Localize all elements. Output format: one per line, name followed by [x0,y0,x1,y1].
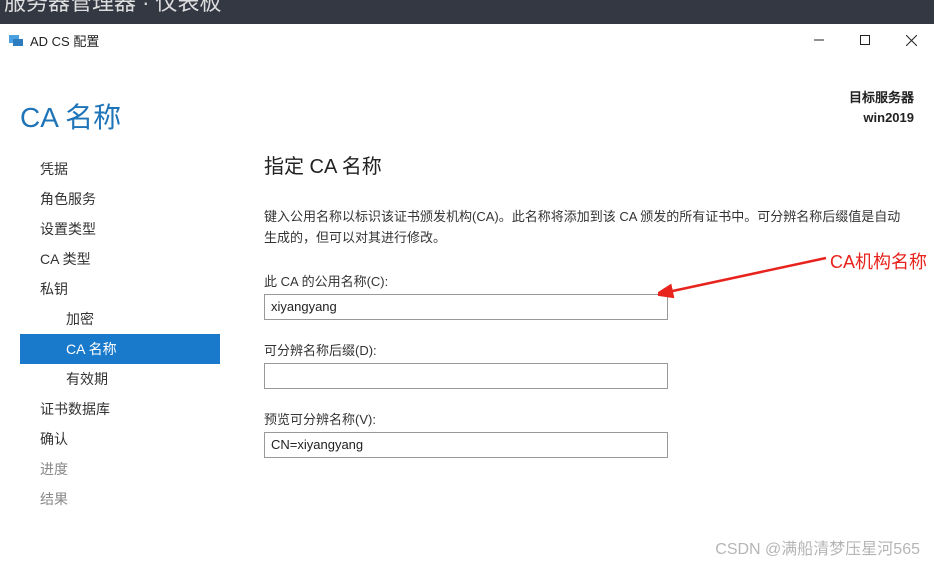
sidebar-item[interactable]: 凭据 [20,154,220,184]
sidebar-item: 进度 [20,454,220,484]
maximize-button[interactable] [842,24,888,56]
parent-window-title: 服务器管理器 · 仪表板 [0,0,934,24]
page-title: CA 名称 [20,96,121,136]
watermark: CSDN @满船清梦压星河565 [715,535,920,559]
sidebar-item[interactable]: 设置类型 [20,214,220,244]
dn-suffix-label: 可分辨名称后缀(D): [264,340,904,359]
sidebar-item[interactable]: 确认 [20,424,220,454]
dn-preview-input[interactable] [264,432,668,458]
titlebar: AD CS 配置 [0,24,934,56]
close-button[interactable] [888,24,934,56]
sidebar-item[interactable]: CA 类型 [20,244,220,274]
sidebar-item[interactable]: 角色服务 [20,184,220,214]
sidebar-item[interactable]: 加密 [20,304,220,334]
dialog-content: CA 名称 目标服务器 win2019 凭据角色服务设置类型CA 类型私钥加密C… [0,56,934,567]
dn-preview-label: 预览可分辨名称(V): [264,409,904,428]
target-server-box: 目标服务器 win2019 [849,88,914,127]
window-title: AD CS 配置 [30,31,99,50]
sidebar-item[interactable]: 证书数据库 [20,394,220,424]
wizard-sidebar: 凭据角色服务设置类型CA 类型私钥加密CA 名称有效期证书数据库确认进度结果 [20,146,220,514]
sidebar-item: 结果 [20,484,220,514]
common-name-label: 此 CA 的公用名称(C): [264,271,904,290]
section-description: 键入公用名称以标识该证书颁发机构(CA)。此名称将添加到该 CA 颁发的所有证书… [264,207,904,249]
main-panel: 指定 CA 名称 键入公用名称以标识该证书颁发机构(CA)。此名称将添加到该 C… [220,146,934,514]
app-icon [8,32,24,48]
target-server-value: win2019 [849,108,914,128]
section-title: 指定 CA 名称 [264,150,904,179]
sidebar-item[interactable]: 有效期 [20,364,220,394]
annotation-text: CA机构名称 [830,248,927,274]
sidebar-item[interactable]: CA 名称 [20,334,220,364]
minimize-button[interactable] [796,24,842,56]
target-server-label: 目标服务器 [849,88,914,108]
sidebar-item[interactable]: 私钥 [20,274,220,304]
dn-suffix-input[interactable] [264,363,668,389]
common-name-input[interactable] [264,294,668,320]
